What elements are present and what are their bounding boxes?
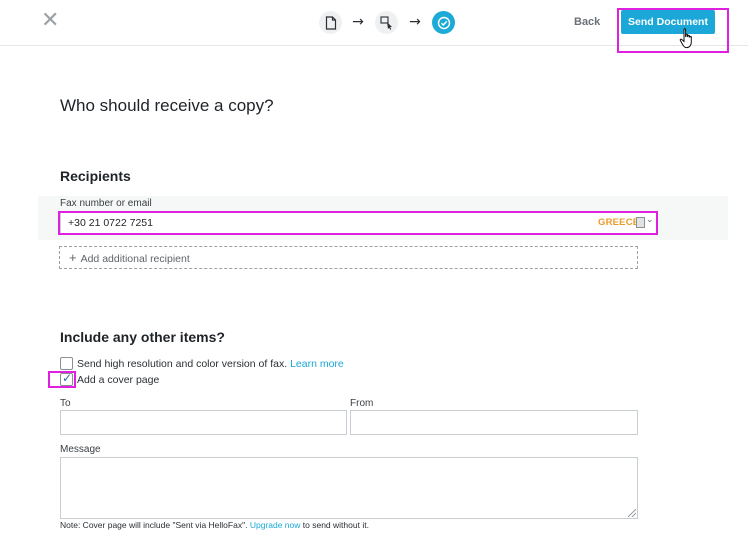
hires-checkbox[interactable]: [60, 357, 73, 370]
highlight-box: [58, 211, 658, 235]
from-label: From: [350, 398, 374, 409]
hires-option-text: Send high resolution and color version o…: [77, 358, 288, 370]
close-icon[interactable]: ✕: [41, 10, 59, 32]
plus-icon: +: [69, 250, 77, 265]
highlight-box: [48, 371, 76, 388]
hires-option-label: Send high resolution and color version o…: [77, 358, 344, 370]
back-button[interactable]: Back: [574, 16, 600, 28]
step-check-circle-icon[interactable]: [432, 11, 455, 34]
from-input[interactable]: [350, 410, 638, 435]
message-label: Message: [60, 444, 101, 455]
fax-field-label: Fax number or email: [60, 198, 152, 209]
recipients-heading: Recipients: [60, 168, 131, 184]
highlight-box: [617, 8, 729, 53]
arrow-right-icon: →: [409, 14, 421, 30]
cover-page-label: Add a cover page: [77, 374, 160, 386]
to-input[interactable]: [60, 410, 347, 435]
add-recipient-label: Add additional recipient: [80, 253, 190, 265]
learn-more-link[interactable]: Learn more: [290, 358, 344, 370]
add-recipient-button[interactable]: + Add additional recipient: [59, 246, 638, 269]
cover-page-note: Note: Cover page will include "Sent via …: [60, 520, 369, 530]
step-document-icon[interactable]: [319, 11, 342, 34]
message-textarea[interactable]: [60, 457, 638, 519]
hand-cursor-icon: [679, 27, 697, 54]
other-items-heading: Include any other items?: [60, 329, 225, 345]
upgrade-now-link[interactable]: Upgrade now: [250, 520, 301, 530]
to-label: To: [60, 398, 71, 409]
note-suffix: to send without it.: [302, 520, 369, 530]
arrow-right-icon: →: [352, 14, 364, 30]
note-text: Note: Cover page will include "Sent via …: [60, 520, 248, 530]
resize-handle-icon[interactable]: [628, 509, 636, 517]
step-select-cursor-icon[interactable]: [375, 11, 398, 34]
page-title: Who should receive a copy?: [60, 96, 274, 115]
